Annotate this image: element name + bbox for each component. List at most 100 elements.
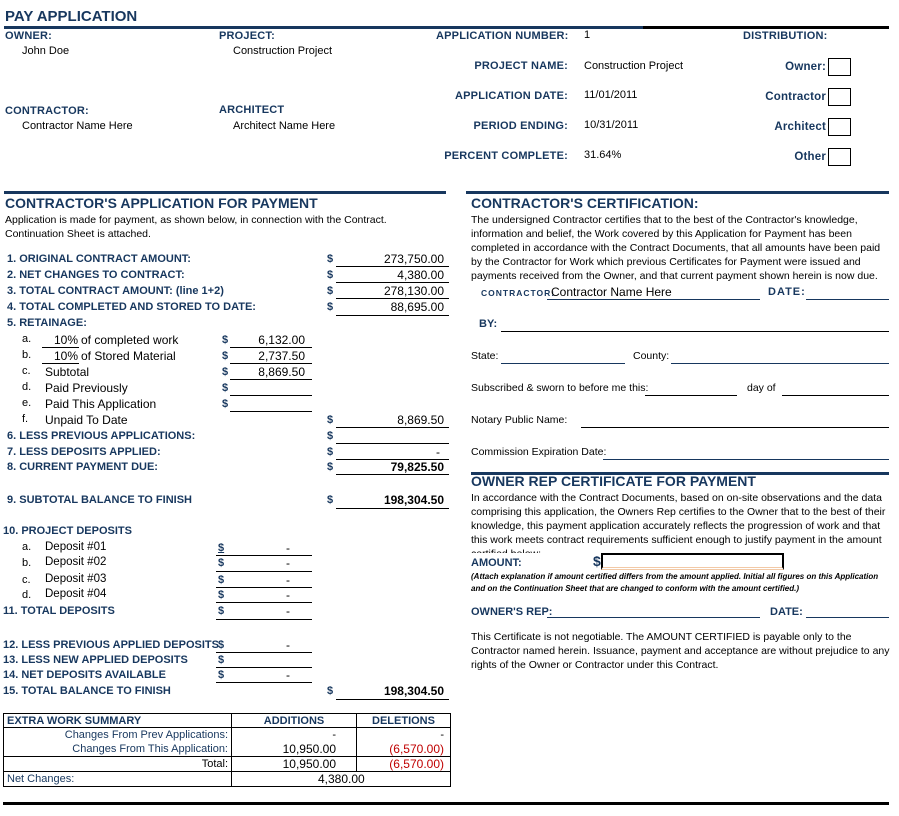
owner-rep-heading: OWNER REP CERTIFICATE FOR PAYMENT — [471, 473, 756, 489]
line-1-value: 273,750.00 — [383, 252, 444, 266]
line-5a-label: of completed work — [81, 333, 179, 347]
cert-state-field[interactable] — [501, 350, 625, 364]
line-5b-label: of Stored Material — [81, 349, 176, 363]
line-8-currency: $ — [327, 461, 334, 473]
project-value[interactable]: Construction Project — [233, 45, 332, 57]
amount-note: (Attach explanation if amount certified … — [471, 572, 879, 593]
line-2-value: 4,380.00 — [397, 268, 444, 282]
cert-date-label: DATE: — [768, 286, 806, 298]
ews-additions-header: ADDITIONS — [231, 713, 357, 728]
line-10d-label: Deposit #04 — [45, 588, 107, 600]
cert-notary-label: Notary Public Name: — [471, 414, 568, 426]
line-10a-label: Deposit #01 — [45, 541, 107, 553]
title-rule-mid — [214, 26, 643, 29]
line-5b-letter: b. — [22, 349, 32, 361]
line-8-label: 8. CURRENT PAYMENT DUE: — [7, 461, 158, 473]
extra-work-summary-table: EXTRA WORK SUMMARY ADDITIONS DELETIONS C… — [3, 713, 451, 787]
footer-rule — [3, 802, 889, 805]
line-5-label: 5. RETAINAGE: — [7, 317, 87, 329]
line-13-field[interactable] — [216, 653, 312, 668]
line-3-currency: $ — [327, 285, 334, 297]
percent-complete-label: PERCENT COMPLETE: — [444, 150, 568, 162]
line-5d-label: Paid Previously — [45, 381, 128, 395]
distribution-owner-label: Owner: — [785, 61, 826, 73]
owner-rep-field[interactable] — [547, 604, 760, 618]
cert-date-field[interactable] — [806, 285, 889, 300]
line-1-currency: $ — [327, 253, 334, 265]
contractor-value[interactable]: Contractor Name Here — [22, 120, 133, 132]
architect-value[interactable]: Architect Name Here — [233, 120, 335, 132]
line-11-value: - — [286, 604, 290, 618]
line-5e-currency: $ — [222, 398, 229, 410]
line-9-value: 198,304.50 — [383, 493, 444, 507]
certification-text: The undersigned Contractor certifies tha… — [471, 214, 881, 282]
owner-value[interactable]: John Doe — [22, 45, 69, 57]
ews-total-row: Total: 10,950.00 (6,570.00) — [3, 755, 451, 772]
line-2-currency: $ — [327, 269, 334, 281]
line-14-label: 14. NET DEPOSITS AVAILABLE — [3, 669, 166, 681]
line-5c-currency: $ — [222, 366, 229, 378]
line-8-value: 79,825.50 — [390, 460, 444, 474]
distribution-architect-label: Architect — [774, 121, 826, 133]
line-6-field[interactable] — [336, 429, 449, 444]
distribution-architect-checkbox[interactable] — [828, 118, 851, 136]
section-rule-left — [4, 191, 446, 194]
line-7-value: - — [436, 445, 440, 459]
line-10b-value: - — [286, 556, 290, 570]
line-15-label: 15. TOTAL BALANCE TO FINISH — [3, 685, 171, 697]
line-5e-label: Paid This Application — [45, 397, 157, 411]
percent-complete-value: 31.64% — [584, 149, 622, 161]
cert-county-field[interactable] — [671, 350, 889, 364]
line-5f-value: 8,869.50 — [397, 413, 444, 427]
cert-day-of-label: day of — [747, 382, 776, 394]
line-15-value: 198,304.50 — [383, 684, 444, 698]
ews-total-deletions: (6,570.00) — [356, 755, 451, 772]
cert-state-label: State: — [471, 350, 499, 362]
line-5a-pct: 10% — [53, 333, 78, 347]
line-5a-letter: a. — [22, 333, 32, 345]
line-3-label: 3. TOTAL CONTRACT AMOUNT: (line 1+2) — [7, 285, 224, 297]
period-ending-value[interactable]: 10/31/2011 — [584, 119, 638, 131]
distribution-contractor-checkbox[interactable] — [828, 88, 851, 106]
owner-rep-date-field[interactable] — [806, 604, 889, 618]
line-5a-currency: $ — [222, 334, 229, 346]
cert-county-label: County: — [633, 350, 670, 362]
application-intro: Application is made for payment, as show… — [5, 214, 387, 240]
cert-notary-field[interactable] — [581, 414, 889, 428]
ews-net-label: Net Changes: — [3, 770, 232, 787]
cert-commission-field[interactable] — [603, 446, 889, 460]
architect-label: ARCHITECT — [219, 104, 285, 116]
owner-rep-disclaimer: This Certificate is not negotiable. The … — [471, 631, 890, 671]
line-10a-value: - — [286, 541, 290, 555]
cert-sworn-field[interactable] — [645, 382, 737, 396]
ews-row-additions: - — [231, 727, 357, 742]
line-5b-currency: $ — [222, 350, 229, 362]
line-5e-letter: e. — [22, 397, 32, 409]
line-4-value: 88,695.00 — [390, 300, 444, 314]
line-5f-currency: $ — [327, 414, 334, 426]
cert-day-of-field[interactable] — [782, 382, 889, 396]
line-9-currency: $ — [327, 494, 334, 506]
period-ending-label: PERIOD ENDING: — [473, 120, 568, 132]
line-9-label: 9. SUBTOTAL BALANCE TO FINISH — [7, 494, 192, 506]
distribution-other-checkbox[interactable] — [828, 148, 851, 166]
line-5c-value: 8,869.50 — [258, 365, 305, 379]
application-number-value[interactable]: 1 — [584, 29, 590, 41]
application-date-label: APPLICATION DATE: — [455, 90, 568, 102]
cert-contractor-value: Contractor Name Here — [551, 285, 672, 299]
amount-input[interactable] — [601, 553, 784, 570]
line-6-currency: $ — [327, 430, 334, 442]
ews-total-label: Total: — [3, 755, 232, 772]
line-5f-label: Unpaid To Date — [45, 413, 128, 427]
line-10a-letter: a. — [22, 541, 32, 553]
application-date-value[interactable]: 11/01/2011 — [584, 89, 637, 101]
cert-sworn-label: Subscribed & sworn to before me this: — [471, 382, 649, 394]
distribution-owner-checkbox[interactable] — [828, 58, 851, 76]
cert-by-field[interactable] — [501, 317, 889, 332]
distribution-contractor-label: Contractor — [765, 91, 826, 103]
line-5d-letter: d. — [22, 381, 32, 393]
line-5b-pct: 10% — [53, 349, 78, 363]
project-name-value[interactable]: Construction Project — [584, 60, 683, 72]
line-5e-field[interactable] — [230, 397, 312, 412]
line-5d-field[interactable] — [230, 381, 312, 396]
